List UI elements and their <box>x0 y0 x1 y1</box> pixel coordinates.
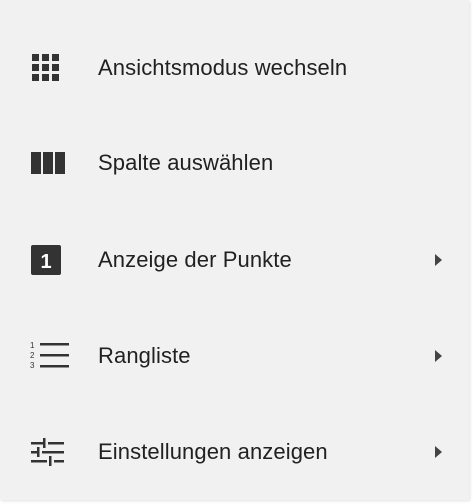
menu-item-select-column[interactable]: Spalte auswählen <box>0 131 469 195</box>
menu-item-label: Einstellungen anzeigen <box>98 439 328 464</box>
tune-settings-icon <box>30 432 70 472</box>
menu-item-label: Ansichtsmodus wechseln <box>98 55 348 80</box>
column-view-icon <box>30 143 70 183</box>
menu-item-switch-view-mode[interactable]: Ansichtsmodus wechseln <box>0 36 469 100</box>
menu-item-points-display[interactable]: 1 Anzeige der Punkte <box>0 228 469 292</box>
chevron-right-icon <box>433 349 443 363</box>
numbered-list-icon: 1 2 3 <box>30 336 70 376</box>
chevron-right-icon <box>433 445 443 459</box>
menu-item-label: Anzeige der Punkte <box>98 247 292 272</box>
svg-text:1: 1 <box>30 341 35 350</box>
badge-number: 1 <box>40 251 51 273</box>
chevron-right-icon <box>433 253 443 267</box>
svg-text:2: 2 <box>30 351 35 360</box>
number-one-badge-icon: 1 <box>30 240 70 280</box>
grid-view-icon <box>30 48 70 88</box>
menu-item-label: Rangliste <box>98 343 191 368</box>
svg-text:3: 3 <box>30 361 35 370</box>
menu-item-ranking[interactable]: 1 2 3 Rangliste <box>0 324 469 388</box>
context-menu: Ansichtsmodus wechseln Spalte auswählen … <box>0 0 469 500</box>
menu-item-display-settings[interactable]: Einstellungen anzeigen <box>0 420 469 484</box>
menu-item-label: Spalte auswählen <box>98 150 274 175</box>
